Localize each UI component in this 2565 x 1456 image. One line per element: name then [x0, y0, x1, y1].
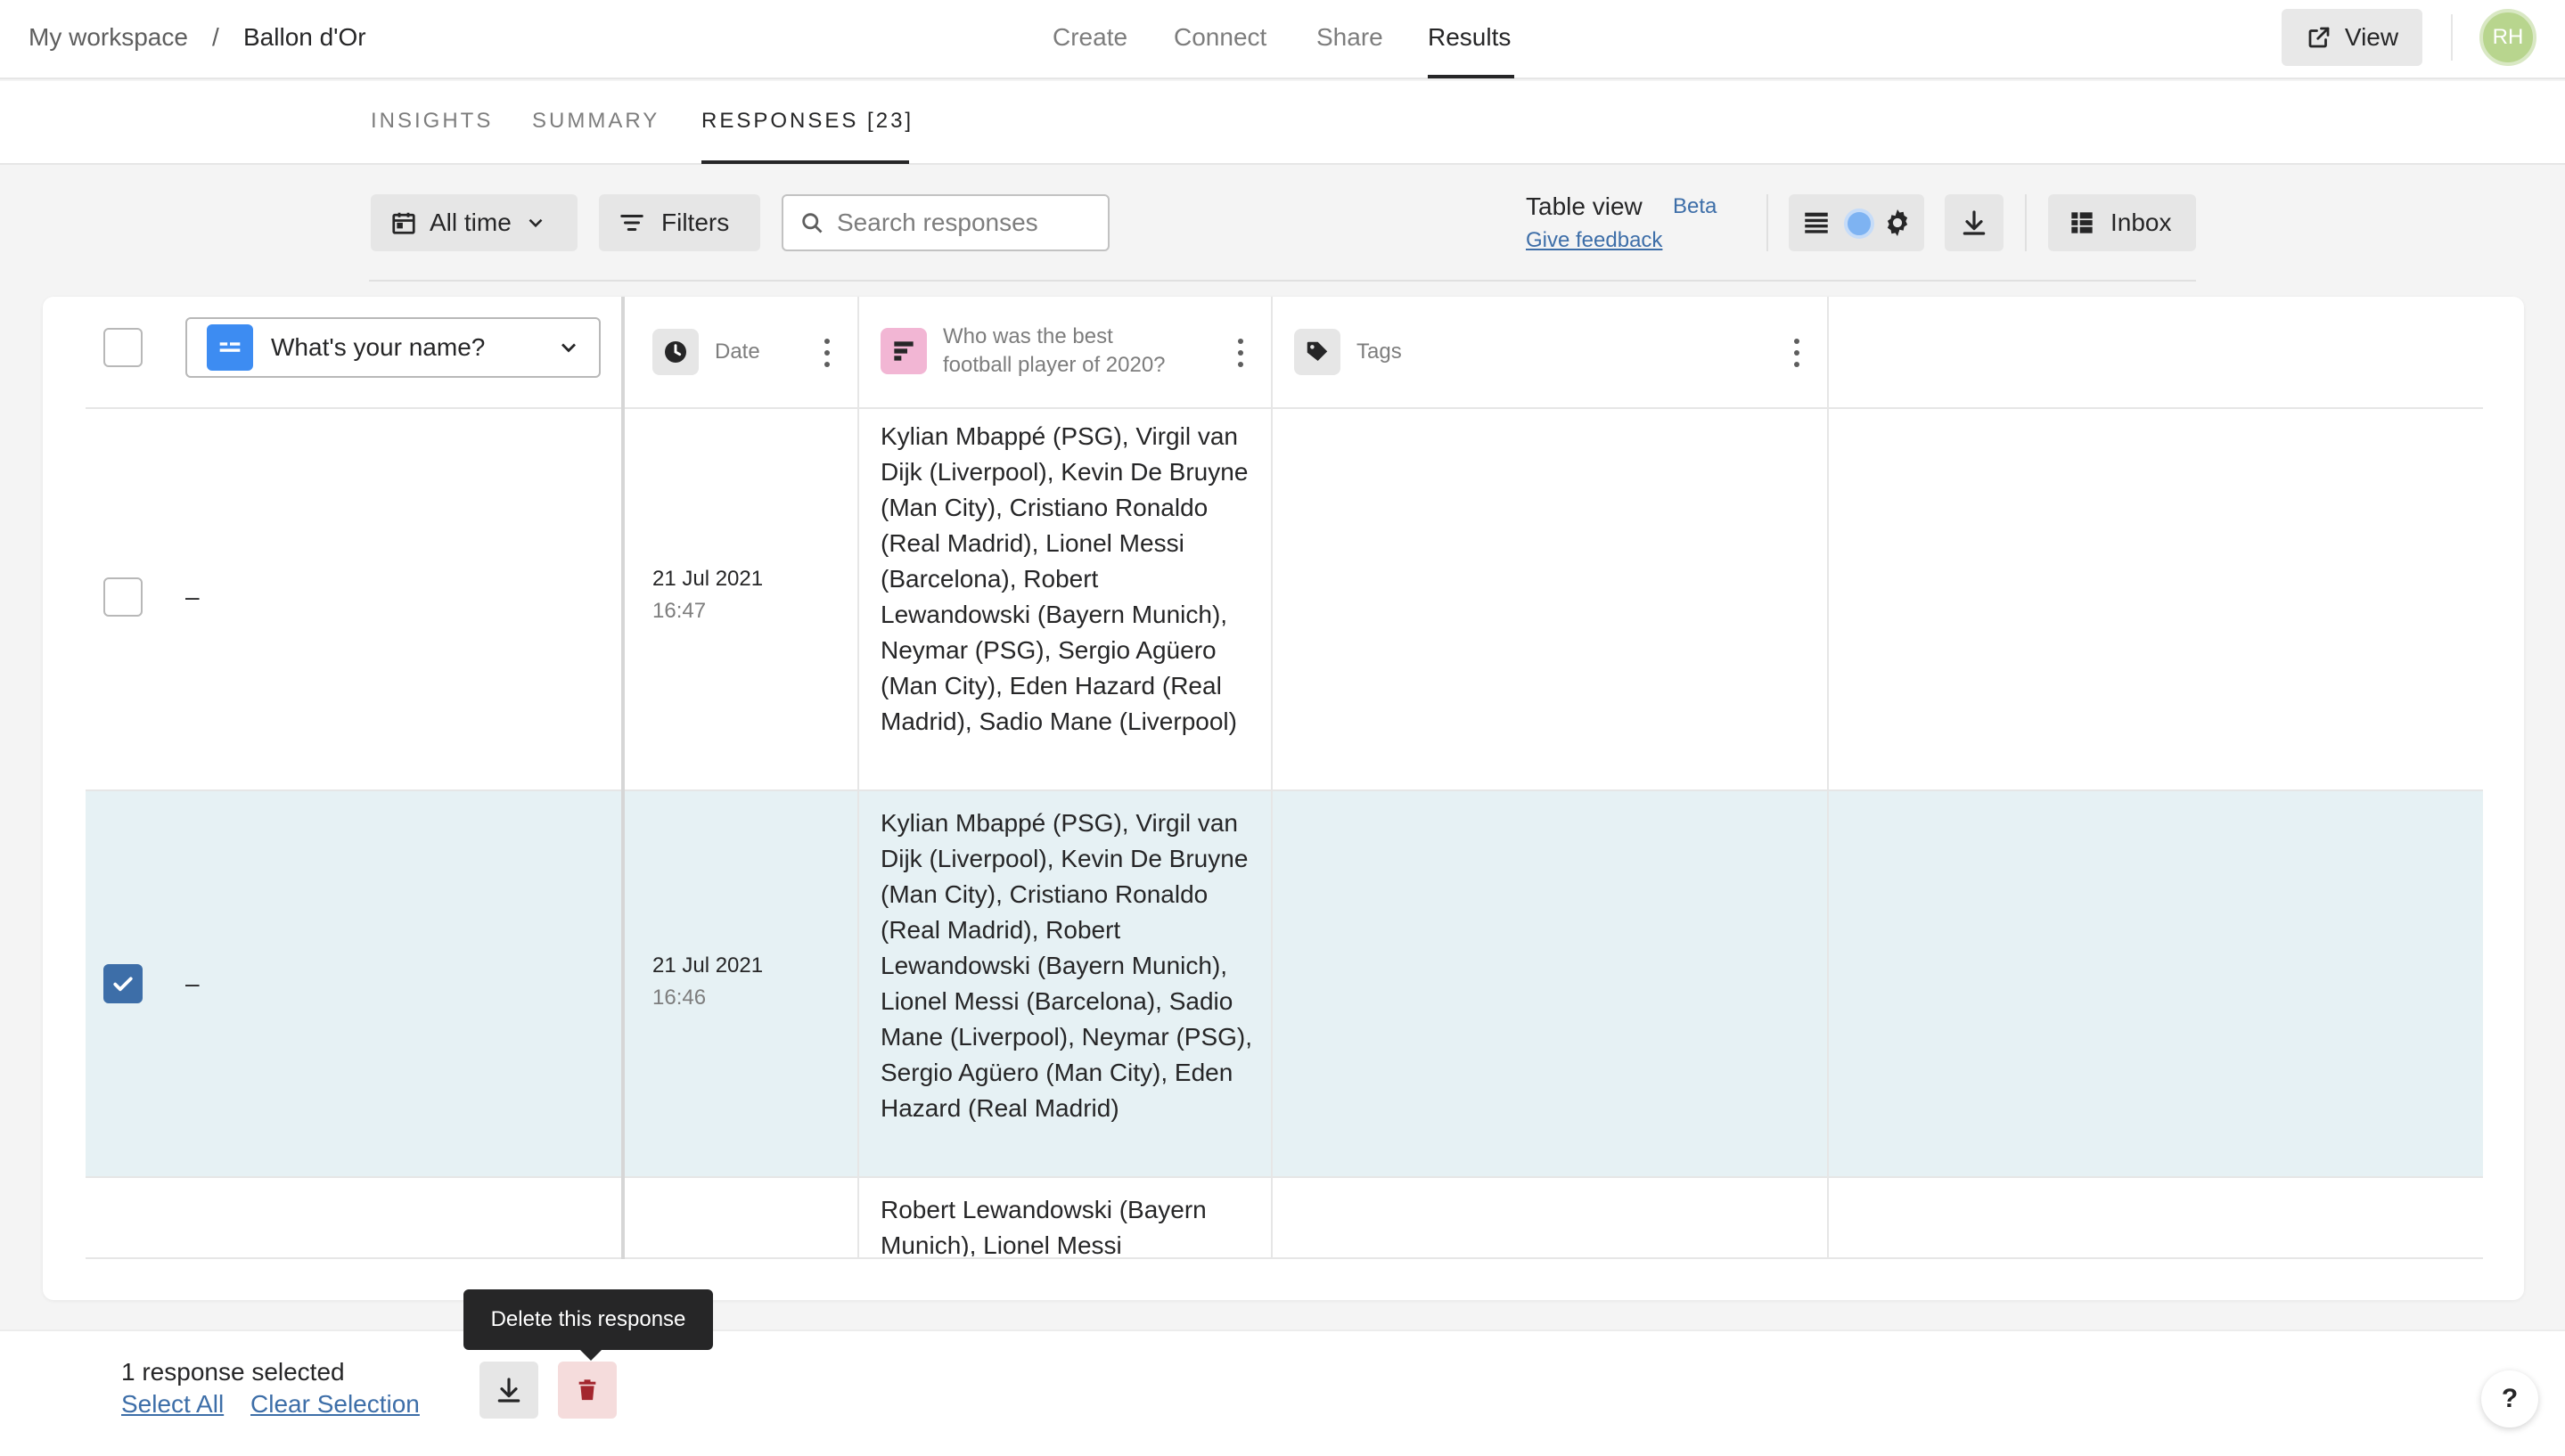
gear-icon — [1887, 209, 1908, 236]
response-date-value: 21 Jul 2021 — [652, 567, 764, 591]
toolbar-divider-2 — [2025, 194, 2027, 251]
column-divider-tags — [1827, 297, 1829, 1259]
toolbar-bottom-line — [369, 280, 2196, 282]
delete-tooltip: Delete this response — [463, 1289, 713, 1361]
response-time-value: 16:47 — [652, 599, 707, 623]
column-divider-question — [1271, 297, 1273, 1259]
row-border-1 — [86, 789, 2483, 791]
selection-count: 1 response selected — [121, 1358, 345, 1386]
view-button[interactable]: View — [2282, 9, 2422, 66]
tag-icon — [1294, 329, 1340, 375]
clear-selection-link[interactable]: Clear Selection — [250, 1390, 420, 1419]
delete-selected-button[interactable] — [558, 1362, 617, 1419]
table-view-toggle[interactable] — [1789, 194, 1924, 251]
inbox-label: Inbox — [2110, 209, 2172, 236]
toolbar-divider — [1766, 194, 1768, 251]
column-divider-date — [857, 297, 859, 1259]
breadcrumb-separator: / — [212, 23, 219, 51]
beta-badge: Beta — [1673, 194, 1717, 218]
search-box[interactable] — [782, 194, 1110, 251]
response-name: – — [185, 583, 200, 610]
inbox-grid-icon — [2071, 212, 2093, 233]
date-filter-dropdown[interactable]: All time — [371, 194, 578, 251]
tab-active-indicator — [701, 160, 909, 164]
nav-results[interactable]: Results — [1428, 23, 1511, 52]
search-input[interactable] — [837, 209, 1095, 237]
column-tags-label: Tags — [1356, 339, 1402, 364]
select-all-link[interactable]: Select All — [121, 1390, 224, 1419]
search-icon — [802, 213, 823, 233]
checkmark-icon — [113, 977, 133, 992]
column-question-label-line1: Who was the best — [943, 324, 1113, 348]
question-column-menu[interactable] — [1237, 339, 1244, 367]
breadcrumb-form-title[interactable]: Ballon d'Or — [243, 23, 366, 52]
download-selected-button[interactable] — [479, 1362, 538, 1419]
chevron-down-icon — [529, 218, 543, 228]
response-time-value: 16:46 — [652, 986, 707, 1010]
tab-summary[interactable]: SUMMARY — [532, 109, 660, 134]
clock-icon — [652, 329, 699, 375]
response-answer: Kylian Mbappé (PSG), Virgil van Dijk (Li… — [881, 809, 1253, 1122]
calendar-icon — [392, 212, 415, 234]
response-answer: Kylian Mbappé (PSG), Virgil van Dijk (Li… — [881, 422, 1249, 735]
table-bottom-border — [86, 1257, 2483, 1259]
give-feedback-link[interactable]: Give feedback — [1526, 228, 1662, 253]
download-icon — [1963, 210, 1986, 235]
response-answer: Robert Lewandowski (Bayern Munich), Lion… — [881, 1196, 1207, 1256]
partial-row-clip: Robert Lewandowski (Bayern Munich), Lion… — [881, 1178, 1273, 1256]
multiple-choice-icon — [881, 328, 927, 374]
tab-insights[interactable]: INSIGHTS — [371, 109, 493, 134]
row-checkbox[interactable] — [103, 577, 143, 617]
trash-icon — [578, 1379, 596, 1401]
row-checkbox-checked[interactable] — [103, 964, 143, 1003]
header-bottom-border — [86, 407, 2483, 409]
tags-column-menu[interactable] — [1793, 339, 1800, 367]
header-divider — [2451, 14, 2453, 61]
question-select-dropdown[interactable]: What's your name? — [185, 317, 601, 378]
user-avatar[interactable]: RH — [2479, 9, 2536, 66]
response-date-value: 21 Jul 2021 — [652, 953, 764, 977]
selected-row-background — [86, 790, 2483, 1177]
filter-icon — [620, 215, 643, 231]
frozen-column-divider — [621, 297, 625, 1259]
chevron-down-icon — [561, 343, 576, 353]
nav-share[interactable]: Share — [1316, 23, 1383, 52]
external-link-icon — [2308, 27, 2330, 48]
nav-create[interactable]: Create — [1053, 23, 1127, 52]
date-column-menu[interactable] — [824, 339, 831, 367]
download-icon — [497, 1378, 520, 1403]
tab-responses[interactable]: RESPONSES [23] — [701, 109, 914, 134]
column-header-tags[interactable]: Tags — [1294, 329, 1402, 375]
nav-connect[interactable]: Connect — [1174, 23, 1266, 52]
help-button[interactable]: ? — [2481, 1370, 2538, 1427]
column-date-label: Date — [715, 339, 760, 364]
table-view-label: Table view — [1526, 192, 1643, 220]
response-name: – — [185, 969, 200, 997]
list-view-icon — [1805, 212, 1828, 233]
toggle-knob — [1844, 209, 1874, 239]
download-button[interactable] — [1945, 194, 2004, 251]
response-date: 21 Jul 2021 16:46 — [652, 950, 763, 1014]
top-bar: My workspace / Ballon d'Or Create Connec… — [0, 0, 2565, 79]
nav-active-indicator — [1428, 75, 1514, 78]
filters-button[interactable]: Filters — [599, 194, 760, 251]
column-question-label-line2: football player of 2020? — [943, 353, 1166, 377]
app-root: My workspace / Ballon d'Or Create Connec… — [0, 0, 2565, 1456]
breadcrumb-workspace[interactable]: My workspace — [29, 23, 188, 52]
response-date: 21 Jul 2021 16:47 — [652, 563, 763, 627]
inbox-button[interactable]: Inbox — [2048, 194, 2196, 251]
view-button-label: View — [2344, 23, 2399, 51]
filters-label: Filters — [661, 209, 730, 236]
row-border-2 — [86, 1176, 2483, 1178]
question-select-label: What's your name? — [271, 333, 486, 361]
short-text-icon — [207, 324, 253, 371]
column-header-date[interactable]: Date — [652, 329, 760, 375]
column-header-question[interactable]: Who was the best football player of 2020… — [881, 323, 1166, 380]
results-subtabs: INSIGHTS SUMMARY RESPONSES [23] — [0, 81, 2565, 165]
select-all-checkbox[interactable] — [103, 328, 143, 367]
date-filter-label: All time — [430, 209, 512, 236]
